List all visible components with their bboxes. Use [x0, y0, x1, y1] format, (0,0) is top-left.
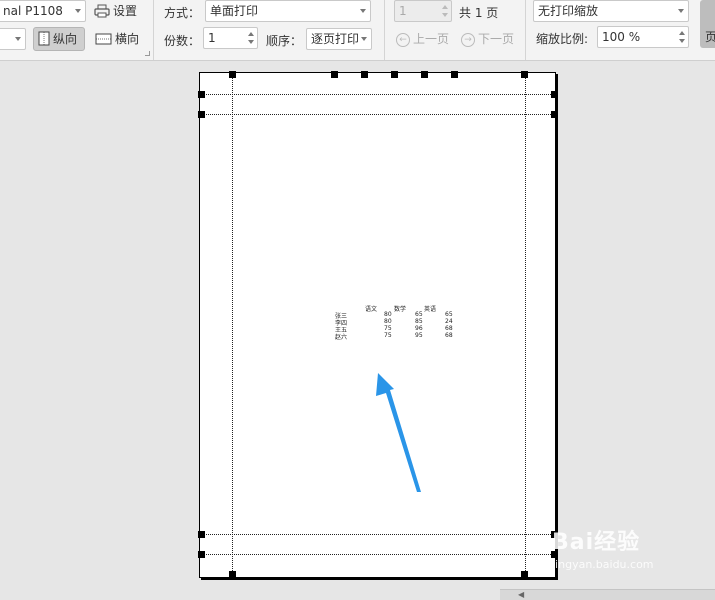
row-name: 赵六 [335, 334, 348, 341]
table-cell: 75 [384, 332, 392, 339]
chevron-down-icon [75, 9, 81, 13]
right-margin-line[interactable] [525, 73, 526, 577]
printer-settings-icon [94, 4, 110, 18]
top-margin-line[interactable] [200, 94, 555, 95]
zoom-stepper[interactable]: 100 % [597, 26, 689, 48]
order-select-value: 逐页打印 [311, 32, 360, 46]
margin-handle[interactable] [521, 71, 528, 78]
table-cell: 68 [445, 325, 453, 332]
column-handle[interactable] [331, 71, 338, 78]
margin-handle[interactable] [198, 551, 205, 558]
page-number-stepper[interactable]: 1 [394, 0, 452, 22]
copies-stepper[interactable]: 1 [203, 27, 258, 49]
margin-handle[interactable] [551, 111, 558, 118]
arrow-right-icon: → [461, 32, 475, 47]
mode-select-value: 单面打印 [210, 4, 259, 18]
table-cell: 68 [445, 332, 453, 339]
margin-handle[interactable] [198, 531, 205, 538]
horizontal-scrollbar[interactable]: ◀ [500, 589, 715, 600]
table-cell: 95 [415, 332, 423, 339]
copies-value: 1 [208, 31, 216, 45]
copies-label: 份数： [164, 34, 201, 48]
stepper-up-icon[interactable] [442, 5, 448, 9]
table-cell: 65 [415, 311, 423, 318]
chevron-down-icon [15, 37, 21, 41]
column-handle[interactable] [451, 71, 458, 78]
settings-button-label: 设置 [113, 4, 138, 18]
header-margin-line[interactable] [200, 114, 555, 115]
print-preview-toolbar: nal P1108 设置 纵向 横向 方式： 单面打印 份数： 1 顺序： 逐页… [0, 0, 715, 61]
portrait-page-icon [38, 31, 50, 46]
mode-select[interactable]: 单面打印 [205, 0, 371, 22]
baidu-watermark: Bai经验 jingyan.baidu.com [552, 524, 712, 584]
stepper-down-icon[interactable] [442, 13, 448, 17]
order-label: 顺序： [266, 34, 303, 48]
stepper-up-icon[interactable] [679, 31, 685, 35]
watermark-url: jingyan.baidu.com [552, 558, 654, 571]
landscape-button[interactable]: 横向 [95, 28, 149, 52]
next-page-button[interactable]: → 下一页 [461, 30, 514, 47]
toolbar-separator [384, 0, 385, 60]
margin-handle[interactable] [551, 91, 558, 98]
scroll-left-icon[interactable]: ◀ [518, 590, 524, 599]
table-cell: 96 [415, 325, 423, 332]
printer-select[interactable]: nal P1108 [0, 0, 86, 22]
chevron-down-icon [361, 37, 367, 41]
order-select[interactable]: 逐页打印 [306, 28, 372, 50]
total-pages-label: 共 1 页 [459, 6, 499, 20]
toolbar-separator [153, 0, 154, 60]
margin-handle[interactable] [521, 571, 528, 578]
preview-page: 语文 数学 英语 张三 80 65 65 李四 80 85 24 王五 75 9… [198, 71, 558, 578]
table-cell: 75 [384, 325, 392, 332]
prev-page-label: 上一页 [413, 32, 450, 46]
portrait-button-label: 纵向 [53, 32, 78, 46]
column-handle[interactable] [391, 71, 398, 78]
stepper-down-icon[interactable] [679, 39, 685, 43]
table-cell: 85 [415, 318, 423, 325]
stepper-down-icon[interactable] [248, 40, 254, 44]
bottom-margin-line[interactable] [200, 554, 555, 555]
landscape-button-label: 横向 [115, 32, 140, 46]
table-cell: 80 [384, 311, 392, 318]
column-handle[interactable] [421, 71, 428, 78]
zoom-value: 100 % [602, 30, 641, 44]
settings-button[interactable]: 设置 [94, 0, 150, 24]
page-setup-label: 页 [705, 30, 715, 44]
arrow-left-icon: ← [396, 32, 410, 47]
printer-select-value: nal P1108 [3, 4, 63, 18]
chevron-down-icon [360, 9, 366, 13]
group-launcher-mark [145, 51, 150, 56]
margin-handle[interactable] [229, 571, 236, 578]
zoom-label: 缩放比例: [536, 32, 589, 46]
portrait-button[interactable]: 纵向 [33, 27, 85, 51]
margin-handle[interactable] [198, 91, 205, 98]
margin-handle[interactable] [229, 71, 236, 78]
left-margin-line[interactable] [232, 73, 233, 577]
table-cell: 80 [384, 318, 392, 325]
scaling-select[interactable]: 无打印缩放 [533, 0, 689, 22]
next-page-label: 下一页 [478, 32, 515, 46]
table-cell: 24 [445, 318, 453, 325]
table-cell: 65 [445, 311, 453, 318]
column-header: 数学 [394, 306, 407, 313]
toolbar-separator [525, 0, 526, 60]
scaling-select-value: 无打印缩放 [538, 4, 599, 18]
margin-handle[interactable] [198, 111, 205, 118]
stepper-up-icon[interactable] [248, 32, 254, 36]
prev-page-button[interactable]: ← 上一页 [396, 30, 449, 47]
column-header: 语文 [365, 306, 378, 313]
watermark-logo: Bai经验 [552, 530, 641, 555]
paper-select[interactable] [0, 28, 26, 50]
column-handle[interactable] [361, 71, 368, 78]
mode-label: 方式： [164, 6, 201, 20]
page-setup-button[interactable]: 页 [700, 0, 715, 48]
chevron-down-icon [678, 9, 684, 13]
page-number-value: 1 [399, 4, 407, 18]
footer-margin-line[interactable] [200, 534, 555, 535]
column-header: 英语 [424, 306, 437, 313]
landscape-page-icon [95, 33, 112, 45]
